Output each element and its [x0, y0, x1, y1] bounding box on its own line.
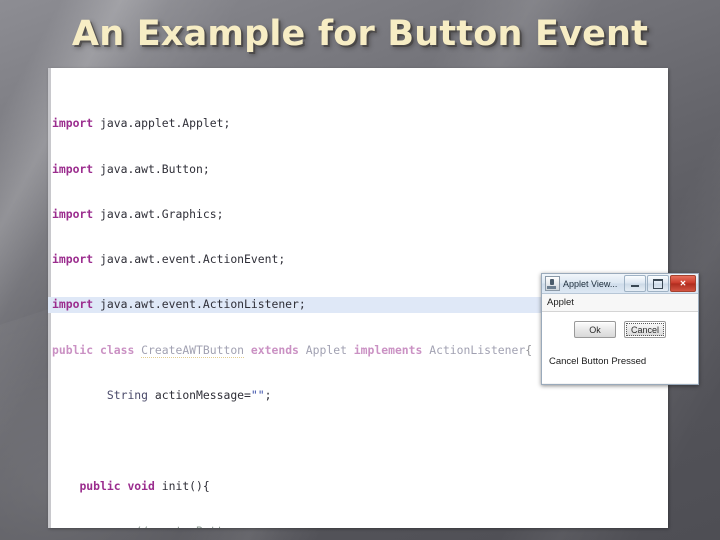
applet-canvas: Ok Cancel Cancel Button Pressed — [542, 312, 698, 383]
applet-menubar[interactable]: Applet — [542, 294, 698, 312]
code-line: public void init(){ — [79, 478, 210, 493]
code-line: import java.applet.Applet; — [52, 116, 231, 131]
applet-window-title: Applet View... — [563, 278, 618, 289]
close-button[interactable]: ✕ — [670, 275, 696, 292]
applet-window-titlebar[interactable]: Applet View... ✕ — [542, 274, 698, 294]
code-line: String actionMessage=""; — [106, 387, 272, 402]
code-line: import java.awt.event.ActionEvent; — [52, 252, 286, 267]
code-line: //create Buttons — [48, 524, 668, 528]
java-applet-icon — [545, 276, 560, 291]
ok-button[interactable]: Ok — [574, 321, 616, 338]
menu-item-applet[interactable]: Applet — [547, 297, 574, 308]
page-title: An Example for Button Event — [71, 14, 649, 54]
applet-status-message: Cancel Button Pressed — [549, 356, 647, 367]
slide-canvas: An Example for Button Event import java.… — [0, 0, 720, 540]
code-line: import java.awt.Button; — [52, 161, 210, 176]
applet-viewer-window[interactable]: Applet View... ✕ Applet Ok Cancel Cancel… — [541, 273, 699, 385]
maximize-button[interactable] — [647, 275, 669, 292]
minimize-button[interactable] — [624, 275, 646, 292]
cancel-button[interactable]: Cancel — [624, 321, 666, 338]
code-line: import java.awt.Graphics; — [52, 206, 224, 221]
applet-button-row: Ok Cancel — [542, 312, 698, 338]
